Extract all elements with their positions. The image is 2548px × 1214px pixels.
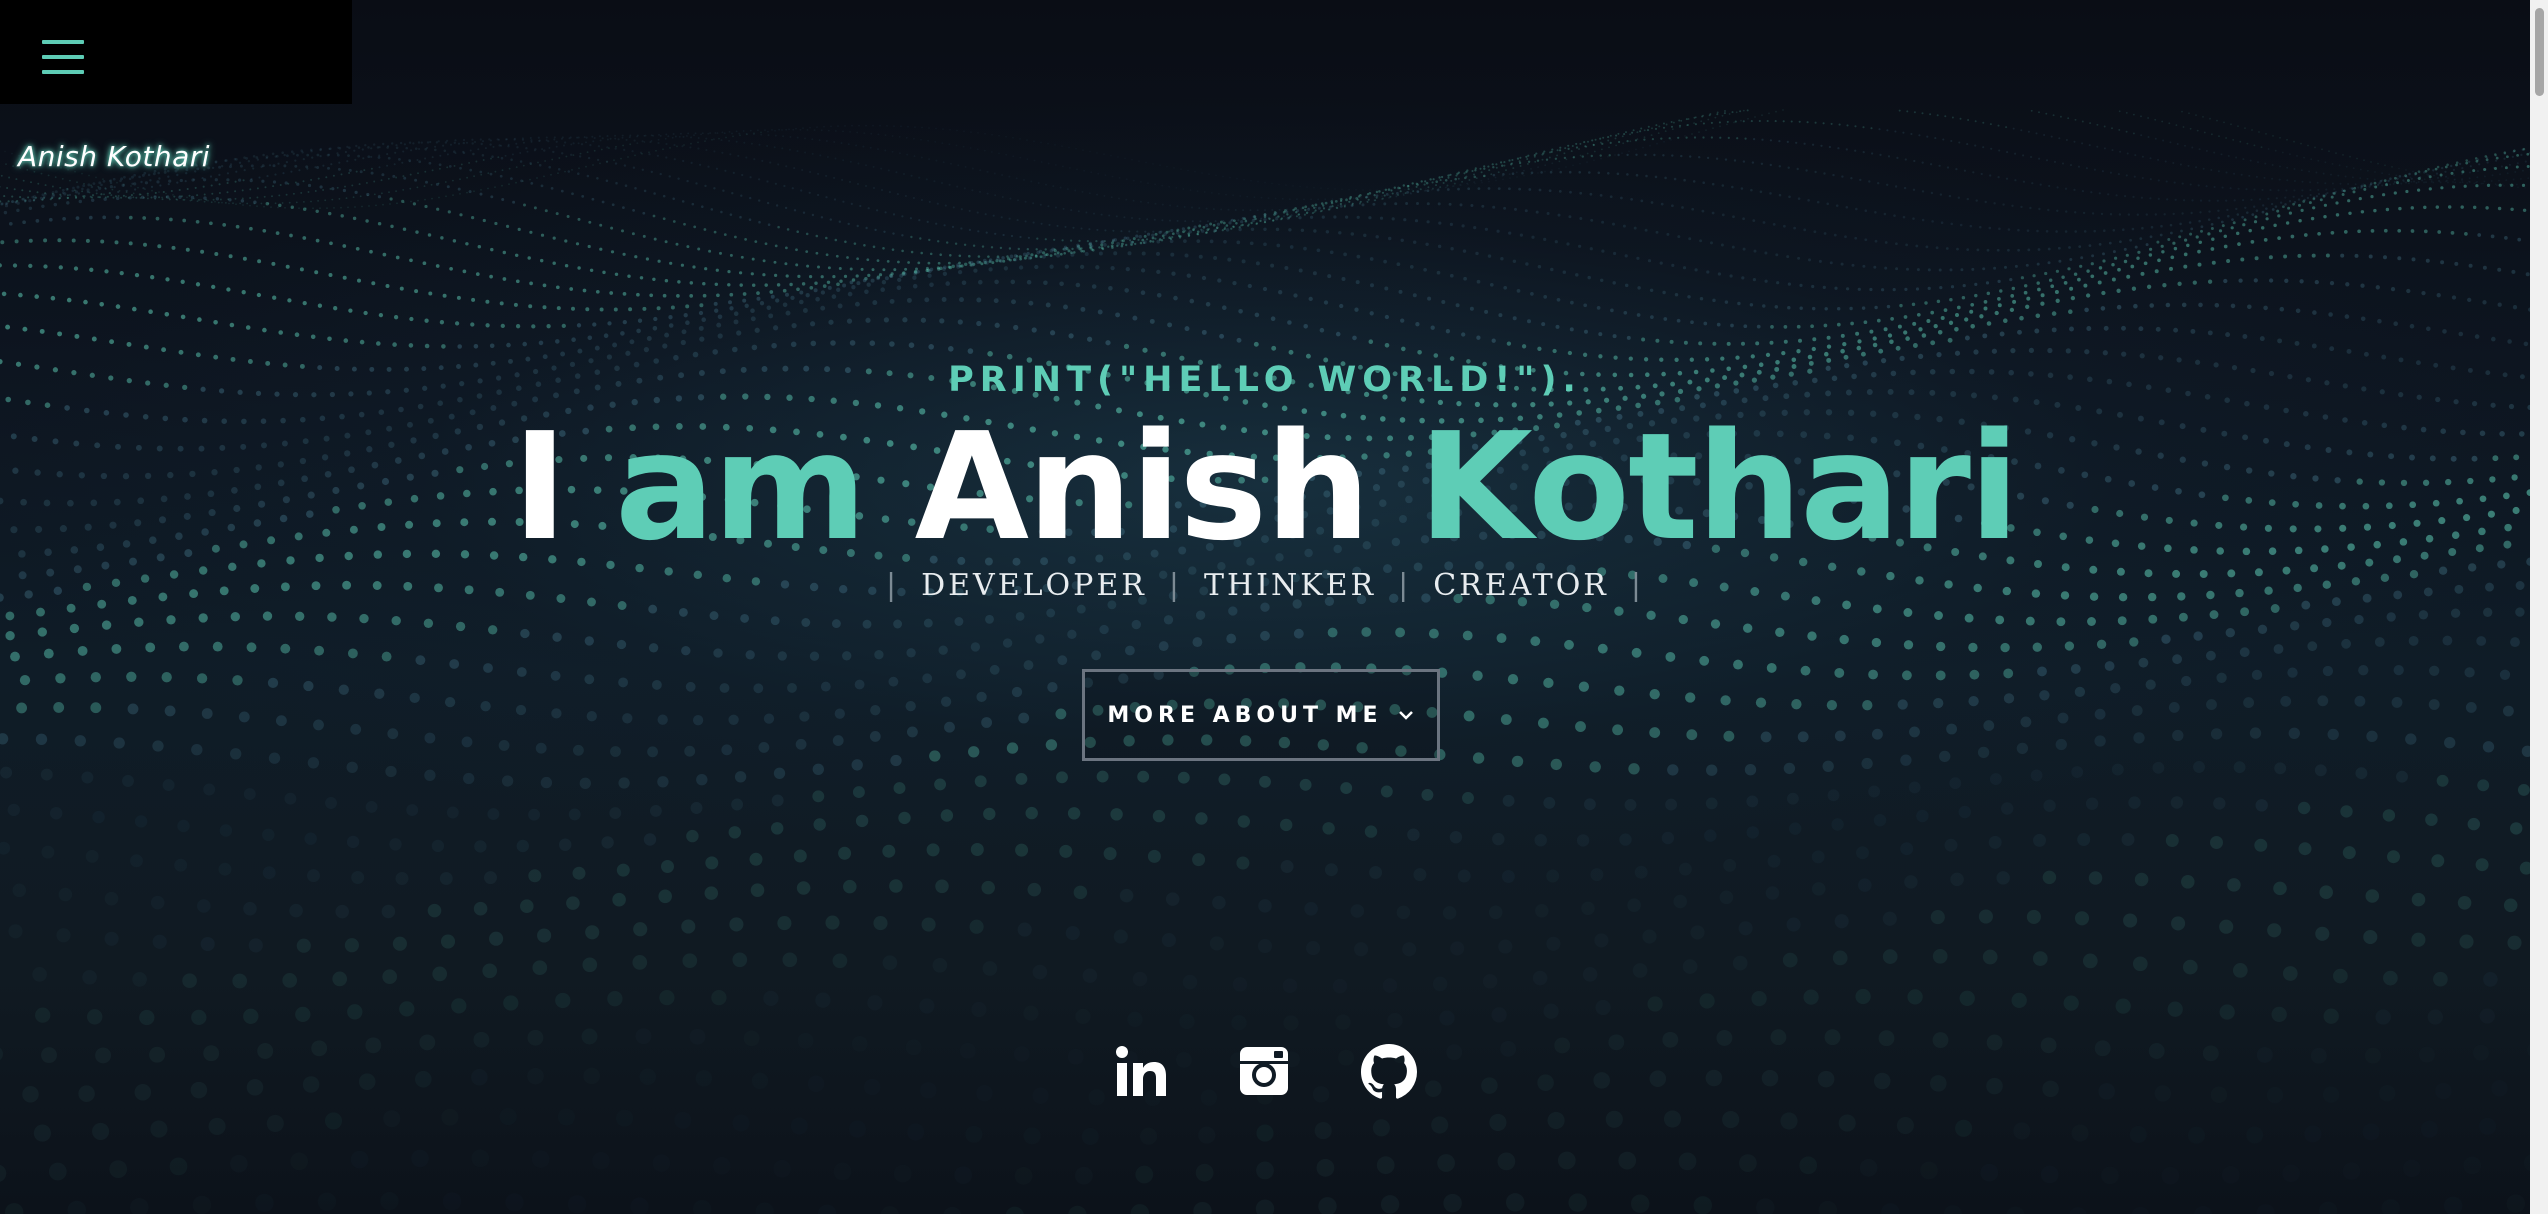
hamburger-menu-icon[interactable] — [42, 40, 84, 76]
divider: | — [1630, 568, 1644, 603]
role-item: CREATOR — [1433, 568, 1609, 603]
nav-bar — [0, 0, 352, 104]
more-about-me-button[interactable]: MORE ABOUT ME — [1082, 669, 1440, 761]
instagram-link[interactable] — [1237, 1044, 1293, 1100]
linkedin-icon — [1116, 1046, 1166, 1096]
divider: | — [1168, 568, 1182, 603]
role-item: DEVELOPER — [921, 568, 1147, 603]
github-icon — [1361, 1044, 1417, 1099]
role-item: THINKER — [1203, 568, 1377, 603]
linkedin-link[interactable] — [1114, 1044, 1170, 1100]
divider: | — [1398, 568, 1412, 603]
particle-wave-background — [0, 109, 2530, 1214]
roles-list: | DEVELOPER | THINKER | CREATOR | — [0, 568, 2530, 603]
hero-section — [0, 0, 2530, 1214]
chevron-down-icon — [1398, 711, 1413, 720]
headline-word: Anish — [914, 401, 1371, 573]
headline-word: I — [512, 401, 567, 573]
hero-headline: I am Anish Kothari — [0, 405, 2530, 570]
scrollbar[interactable] — [2530, 0, 2548, 1214]
divider: | — [886, 568, 900, 603]
instagram-icon — [1240, 1047, 1288, 1095]
github-link[interactable] — [1361, 1044, 1417, 1100]
scrollbar-thumb[interactable] — [2535, 8, 2544, 96]
headline-word: am — [614, 401, 867, 573]
more-about-me-label: MORE ABOUT ME — [1107, 702, 1383, 728]
brand-name[interactable]: Anish Kothari — [18, 140, 210, 173]
headline-word: Kothari — [1418, 401, 2019, 573]
intro-text: PRINT("HELLO WORLD!"). — [948, 360, 1582, 400]
